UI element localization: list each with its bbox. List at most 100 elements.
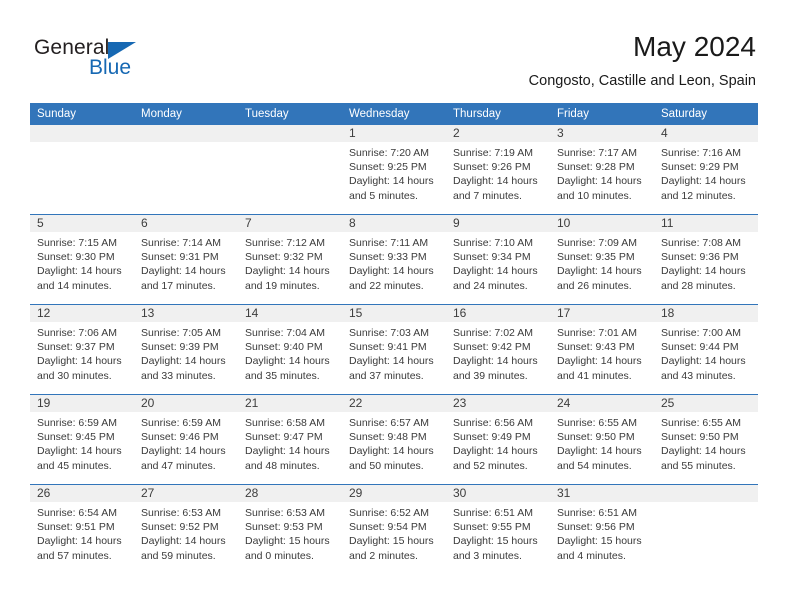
sunrise-text: Sunrise: 6:51 AM	[453, 507, 533, 519]
calendar-day-cell[interactable]: 26 Sunrise: 6:54 AM Sunset: 9:51 PM Dayligh…	[30, 484, 134, 574]
calendar-day-cell[interactable]: 11 Sunrise: 7:08 AM Sunset: 9:36 PM Dayligh…	[654, 214, 758, 305]
daylight-text-line1: Daylight: 14 hours	[557, 175, 642, 188]
day-number: 29	[342, 485, 446, 502]
calendar-day-cell[interactable]: 27 Sunrise: 6:53 AM Sunset: 9:52 PM Dayligh…	[134, 484, 238, 574]
day-number: 3	[550, 125, 654, 142]
calendar-day-cell[interactable]: 22 Sunrise: 6:57 AM Sunset: 9:48 PM Dayligh…	[342, 394, 446, 485]
calendar-day-cell[interactable]: 6 Sunrise: 7:14 AM Sunset: 9:31 PM Daylight…	[134, 214, 238, 305]
sunrise-text: Sunrise: 6:56 AM	[453, 417, 533, 429]
day-details: Sunrise: 7:03 AM Sunset: 9:41 PM Daylight:…	[342, 322, 446, 383]
calendar-table: Sunday Monday Tuesday Wednesday Thursday…	[30, 103, 758, 574]
calendar-day-cell[interactable]: 30 Sunrise: 6:51 AM Sunset: 9:55 PM Dayligh…	[446, 484, 550, 574]
daylight-text-line1: Daylight: 14 hours	[37, 535, 122, 548]
sunset-text: Sunset: 9:44 PM	[661, 341, 739, 354]
day-details: Sunrise: 7:16 AM Sunset: 9:29 PM Daylight:…	[654, 142, 758, 203]
sunrise-text: Sunrise: 6:52 AM	[349, 507, 429, 519]
calendar-day-cell[interactable]: 16 Sunrise: 7:02 AM Sunset: 9:42 PM Dayligh…	[446, 304, 550, 395]
day-details	[30, 142, 134, 146]
sunrise-text: Sunrise: 6:51 AM	[557, 507, 637, 519]
day-number: 9	[446, 215, 550, 232]
calendar-day-cell[interactable]: 15 Sunrise: 7:03 AM Sunset: 9:41 PM Dayligh…	[342, 304, 446, 395]
calendar-day-cell[interactable]: 19 Sunrise: 6:59 AM Sunset: 9:45 PM Dayligh…	[30, 394, 134, 485]
daylight-text-line1: Daylight: 15 hours	[349, 535, 434, 548]
sunset-text: Sunset: 9:25 PM	[349, 161, 427, 174]
general-blue-logo: General Blue	[34, 36, 234, 86]
sunset-text: Sunset: 9:29 PM	[661, 161, 739, 174]
calendar-day-cell[interactable]: 21 Sunrise: 6:58 AM Sunset: 9:47 PM Dayligh…	[238, 394, 342, 485]
day-number: 12	[30, 305, 134, 322]
calendar-day-cell[interactable]: 1 Sunrise: 7:20 AM Sunset: 9:25 PM Daylight…	[342, 125, 446, 215]
day-number: 26	[30, 485, 134, 502]
sunrise-text: Sunrise: 6:55 AM	[557, 417, 637, 429]
day-details	[134, 142, 238, 146]
calendar-day-cell[interactable]: 14 Sunrise: 7:04 AM Sunset: 9:40 PM Dayligh…	[238, 304, 342, 395]
daylight-text-line2: and 37 minutes.	[349, 369, 424, 382]
daylight-text-line2: and 33 minutes.	[141, 369, 216, 382]
calendar-header-row: Sunday Monday Tuesday Wednesday Thursday…	[30, 103, 758, 125]
calendar-day-cell[interactable]: 10 Sunrise: 7:09 AM Sunset: 9:35 PM Dayligh…	[550, 214, 654, 305]
daylight-text-line2: and 10 minutes.	[557, 189, 632, 202]
calendar-day-cell[interactable]: 5 Sunrise: 7:15 AM Sunset: 9:30 PM Daylight…	[30, 214, 134, 305]
daylight-text-line1: Daylight: 15 hours	[245, 535, 330, 548]
daylight-text-line1: Daylight: 14 hours	[661, 265, 746, 278]
calendar-day-cell[interactable]: 2 Sunrise: 7:19 AM Sunset: 9:26 PM Daylight…	[446, 125, 550, 215]
day-number: 23	[446, 395, 550, 412]
sunset-text: Sunset: 9:39 PM	[141, 341, 219, 354]
calendar-day-cell-empty	[30, 125, 134, 215]
day-details: Sunrise: 6:58 AM Sunset: 9:47 PM Daylight:…	[238, 412, 342, 473]
day-number: 11	[654, 215, 758, 232]
daylight-text-line2: and 12 minutes.	[661, 189, 736, 202]
sunrise-text: Sunrise: 7:06 AM	[37, 327, 117, 339]
sunset-text: Sunset: 9:45 PM	[37, 431, 115, 444]
sunset-text: Sunset: 9:53 PM	[245, 521, 323, 534]
calendar-day-cell[interactable]: 24 Sunrise: 6:55 AM Sunset: 9:50 PM Dayligh…	[550, 394, 654, 485]
daylight-text-line2: and 7 minutes.	[453, 189, 522, 202]
weekday-header-sunday: Sunday	[30, 103, 134, 125]
calendar-day-cell[interactable]: 28 Sunrise: 6:53 AM Sunset: 9:53 PM Dayligh…	[238, 484, 342, 574]
calendar-day-cell[interactable]: 4 Sunrise: 7:16 AM Sunset: 9:29 PM Daylight…	[654, 125, 758, 215]
day-details: Sunrise: 6:55 AM Sunset: 9:50 PM Daylight:…	[550, 412, 654, 473]
calendar-day-cell[interactable]: 13 Sunrise: 7:05 AM Sunset: 9:39 PM Dayligh…	[134, 304, 238, 395]
sunrise-text: Sunrise: 7:19 AM	[453, 147, 533, 159]
calendar-day-cell[interactable]: 23 Sunrise: 6:56 AM Sunset: 9:49 PM Dayligh…	[446, 394, 550, 485]
calendar-day-cell[interactable]: 31 Sunrise: 6:51 AM Sunset: 9:56 PM Dayligh…	[550, 484, 654, 574]
calendar-day-cell[interactable]: 17 Sunrise: 7:01 AM Sunset: 9:43 PM Dayligh…	[550, 304, 654, 395]
daylight-text-line2: and 48 minutes.	[245, 459, 320, 472]
day-number	[134, 125, 238, 142]
sunset-text: Sunset: 9:47 PM	[245, 431, 323, 444]
weekday-header-saturday: Saturday	[654, 103, 758, 125]
daylight-text-line1: Daylight: 14 hours	[349, 265, 434, 278]
calendar-day-cell[interactable]: 18 Sunrise: 7:00 AM Sunset: 9:44 PM Dayligh…	[654, 304, 758, 395]
daylight-text-line2: and 30 minutes.	[37, 369, 112, 382]
sunset-text: Sunset: 9:52 PM	[141, 521, 219, 534]
calendar-day-cell[interactable]: 9 Sunrise: 7:10 AM Sunset: 9:34 PM Daylight…	[446, 214, 550, 305]
sunset-text: Sunset: 9:41 PM	[349, 341, 427, 354]
calendar-day-cell[interactable]: 3 Sunrise: 7:17 AM Sunset: 9:28 PM Daylight…	[550, 125, 654, 215]
daylight-text-line2: and 52 minutes.	[453, 459, 528, 472]
calendar-day-cell[interactable]: 7 Sunrise: 7:12 AM Sunset: 9:32 PM Daylight…	[238, 214, 342, 305]
daylight-text-line2: and 4 minutes.	[557, 549, 626, 562]
calendar-day-cell[interactable]: 12 Sunrise: 7:06 AM Sunset: 9:37 PM Dayligh…	[30, 304, 134, 395]
day-number: 14	[238, 305, 342, 322]
day-details: Sunrise: 7:01 AM Sunset: 9:43 PM Daylight:…	[550, 322, 654, 383]
page-header: General Blue May 2024 Congosto, Castille…	[0, 0, 792, 100]
daylight-text-line2: and 2 minutes.	[349, 549, 418, 562]
sunrise-text: Sunrise: 6:59 AM	[141, 417, 221, 429]
calendar-day-cell[interactable]: 8 Sunrise: 7:11 AM Sunset: 9:33 PM Daylight…	[342, 214, 446, 305]
daylight-text-line1: Daylight: 14 hours	[141, 445, 226, 458]
day-details: Sunrise: 7:17 AM Sunset: 9:28 PM Daylight:…	[550, 142, 654, 203]
calendar-day-cell[interactable]: 25 Sunrise: 6:55 AM Sunset: 9:50 PM Dayligh…	[654, 394, 758, 485]
day-number: 17	[550, 305, 654, 322]
daylight-text-line1: Daylight: 14 hours	[661, 175, 746, 188]
day-number: 2	[446, 125, 550, 142]
sunrise-text: Sunrise: 6:54 AM	[37, 507, 117, 519]
page-title: May 2024	[633, 31, 756, 62]
sunset-text: Sunset: 9:50 PM	[661, 431, 739, 444]
calendar-day-cell[interactable]: 20 Sunrise: 6:59 AM Sunset: 9:46 PM Dayligh…	[134, 394, 238, 485]
day-details	[654, 502, 758, 506]
calendar-day-cell-empty	[654, 484, 758, 574]
day-number: 24	[550, 395, 654, 412]
calendar-day-cell[interactable]: 29 Sunrise: 6:52 AM Sunset: 9:54 PM Dayligh…	[342, 484, 446, 574]
sunset-text: Sunset: 9:33 PM	[349, 251, 427, 264]
day-details: Sunrise: 6:51 AM Sunset: 9:56 PM Daylight:…	[550, 502, 654, 563]
